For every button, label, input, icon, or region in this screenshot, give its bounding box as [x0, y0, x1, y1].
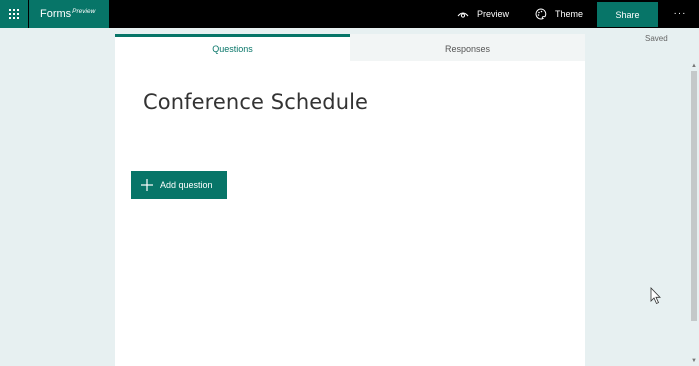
saved-status: Saved [645, 34, 668, 43]
palette-icon [534, 7, 548, 21]
theme-button[interactable]: Theme [534, 0, 583, 28]
form-tabs: Questions Responses [115, 34, 585, 61]
add-question-button[interactable]: Add question [131, 171, 227, 199]
page-scrollbar[interactable]: ▲ ▼ [689, 62, 699, 366]
add-question-label: Add question [160, 180, 213, 190]
eye-icon [456, 7, 470, 21]
scrollbar-thumb[interactable] [691, 71, 697, 321]
plus-icon [141, 179, 153, 191]
waffle-icon [9, 9, 19, 19]
app-name: Forms [40, 8, 72, 20]
preview-label: Preview [477, 9, 510, 19]
mouse-pointer-icon [650, 287, 661, 305]
more-options-button[interactable]: ··· [672, 6, 688, 20]
app-brand[interactable]: Forms Preview [29, 0, 109, 28]
app-badge: Preview [72, 7, 96, 15]
form-card: Conference Schedule Add question [115, 61, 585, 366]
scroll-down-arrow-icon[interactable]: ▼ [690, 357, 698, 365]
app-launcher-button[interactable] [0, 0, 28, 28]
top-bar: Forms Preview Preview Theme Share ··· [0, 0, 699, 28]
tab-questions[interactable]: Questions [115, 34, 350, 61]
theme-label: Theme [555, 9, 584, 19]
tab-responses[interactable]: Responses [350, 34, 585, 61]
share-button[interactable]: Share [597, 2, 658, 27]
scroll-up-arrow-icon[interactable]: ▲ [690, 62, 698, 70]
form-title[interactable]: Conference Schedule [143, 90, 368, 114]
preview-button[interactable]: Preview [456, 0, 509, 28]
